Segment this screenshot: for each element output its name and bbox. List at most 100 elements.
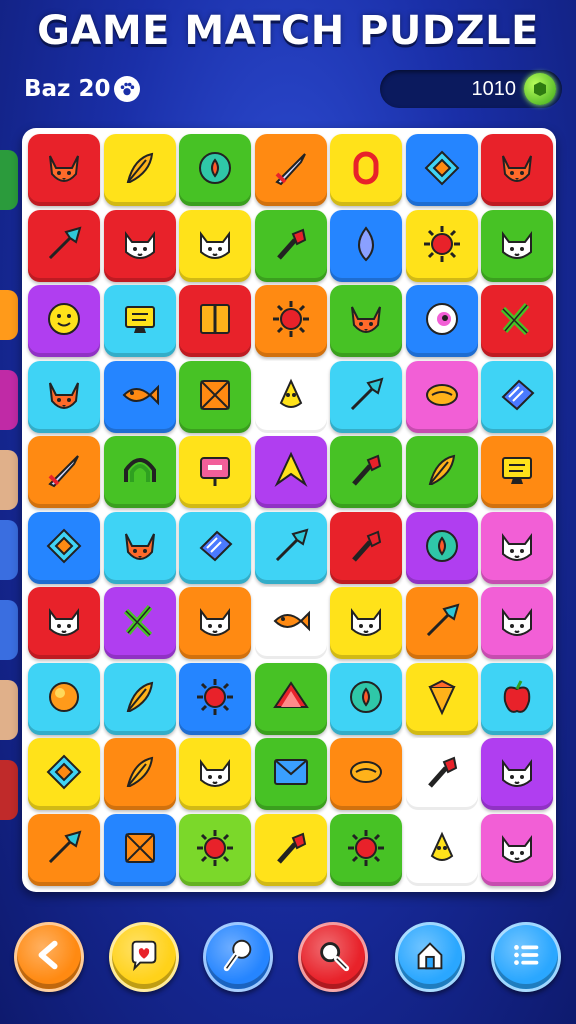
tile-cat[interactable]	[179, 587, 251, 659]
tile-fox[interactable]	[28, 360, 100, 433]
orb-icon	[418, 522, 466, 574]
tile-cat[interactable]	[28, 587, 100, 659]
tile-box[interactable]	[179, 360, 251, 433]
drop-icon	[342, 220, 390, 272]
fox-icon	[493, 144, 541, 196]
tile-cross[interactable]	[103, 587, 176, 659]
tile-cross[interactable]	[481, 285, 553, 357]
tile-orb[interactable]	[330, 662, 402, 735]
back-button[interactable]	[14, 922, 84, 992]
tile-fox[interactable]	[28, 134, 100, 206]
tile-arrow[interactable]	[28, 813, 100, 886]
hint-button[interactable]	[109, 922, 179, 992]
tile-mail[interactable]	[254, 738, 327, 810]
tile-eye[interactable]	[405, 285, 478, 357]
tile-orb[interactable]	[405, 511, 478, 584]
tile-cat[interactable]	[481, 511, 553, 584]
tile-bird[interactable]	[405, 813, 478, 886]
tile-fish[interactable]	[254, 587, 327, 659]
tile-sign[interactable]	[179, 436, 251, 508]
tile-cone[interactable]	[405, 662, 478, 735]
tile-brush[interactable]	[330, 436, 402, 508]
tile-apple[interactable]	[481, 662, 553, 735]
tile-peak[interactable]	[254, 436, 327, 508]
search-button[interactable]	[298, 922, 368, 992]
tile-gem[interactable]	[28, 738, 100, 810]
tile-arrow[interactable]	[254, 511, 327, 584]
sword-icon	[267, 144, 315, 196]
tile-cat[interactable]	[103, 209, 176, 282]
mail-icon	[267, 748, 315, 800]
tile-cat[interactable]	[481, 738, 553, 810]
bird-icon	[418, 824, 466, 876]
peak-icon	[267, 446, 315, 498]
sun-icon	[191, 673, 239, 725]
tile-screen[interactable]	[103, 285, 176, 357]
orb-icon	[342, 673, 390, 725]
tile-bird[interactable]	[254, 360, 327, 433]
tile-brush[interactable]	[405, 738, 478, 810]
slice-icon	[267, 673, 315, 725]
tile-sun[interactable]	[179, 813, 251, 886]
menu-button[interactable]	[491, 922, 561, 992]
tile-fox[interactable]	[481, 134, 553, 206]
tile-cat[interactable]	[481, 209, 553, 282]
tile-lemon[interactable]	[405, 360, 478, 433]
side-decoration	[0, 600, 18, 660]
tile-orb[interactable]	[179, 134, 251, 206]
tile-feather[interactable]	[405, 436, 478, 508]
cat-icon	[342, 597, 390, 649]
fox-icon	[116, 522, 164, 574]
tile-feather[interactable]	[103, 662, 176, 735]
home-button[interactable]	[395, 922, 465, 992]
tile-sword[interactable]	[254, 134, 327, 206]
tile-arch[interactable]	[103, 436, 176, 508]
cat-icon	[191, 220, 239, 272]
card-icon	[191, 522, 239, 574]
tile-sun[interactable]	[254, 285, 327, 357]
tile-ball[interactable]	[28, 662, 100, 735]
gem-icon	[524, 73, 556, 105]
face-icon	[40, 295, 88, 347]
tile-fox[interactable]	[103, 511, 176, 584]
tile-box[interactable]	[103, 813, 176, 886]
tile-brush[interactable]	[254, 209, 327, 282]
tile-brush[interactable]	[254, 813, 327, 886]
tile-sword[interactable]	[28, 436, 100, 508]
tile-card[interactable]	[481, 360, 553, 433]
bird-icon	[267, 371, 315, 423]
tile-face[interactable]	[28, 285, 100, 357]
tile-sun[interactable]	[179, 662, 251, 735]
tile-arrow[interactable]	[330, 360, 402, 433]
tile-cat[interactable]	[179, 738, 251, 810]
tile-book[interactable]	[179, 285, 251, 357]
tile-feather[interactable]	[103, 738, 176, 810]
player-name: Baz 20	[24, 76, 111, 102]
ring-icon	[342, 144, 390, 196]
tile-gem[interactable]	[405, 134, 478, 206]
tile-cat[interactable]	[481, 587, 553, 659]
tile-drop[interactable]	[330, 209, 402, 282]
hammer-button[interactable]	[203, 922, 273, 992]
tile-feather[interactable]	[103, 134, 176, 206]
tile-brush[interactable]	[330, 511, 402, 584]
tile-screen[interactable]	[481, 436, 553, 508]
tile-cat[interactable]	[179, 209, 251, 282]
cat-icon	[191, 748, 239, 800]
tile-arrow[interactable]	[28, 209, 100, 282]
tile-cat[interactable]	[330, 587, 402, 659]
tile-arrow[interactable]	[405, 587, 478, 659]
tile-slice[interactable]	[254, 662, 327, 735]
tile-lemon[interactable]	[330, 738, 402, 810]
tile-fish[interactable]	[103, 360, 176, 433]
tile-cat[interactable]	[481, 813, 553, 886]
tile-fox[interactable]	[330, 285, 402, 357]
tile-sun[interactable]	[330, 813, 402, 886]
heart-chat-icon	[125, 936, 163, 978]
tile-card[interactable]	[179, 511, 251, 584]
cone-icon	[418, 673, 466, 725]
tile-sun[interactable]	[405, 209, 478, 282]
tile-gem[interactable]	[28, 511, 100, 584]
feather-icon	[116, 673, 164, 725]
tile-ring[interactable]	[330, 134, 402, 206]
